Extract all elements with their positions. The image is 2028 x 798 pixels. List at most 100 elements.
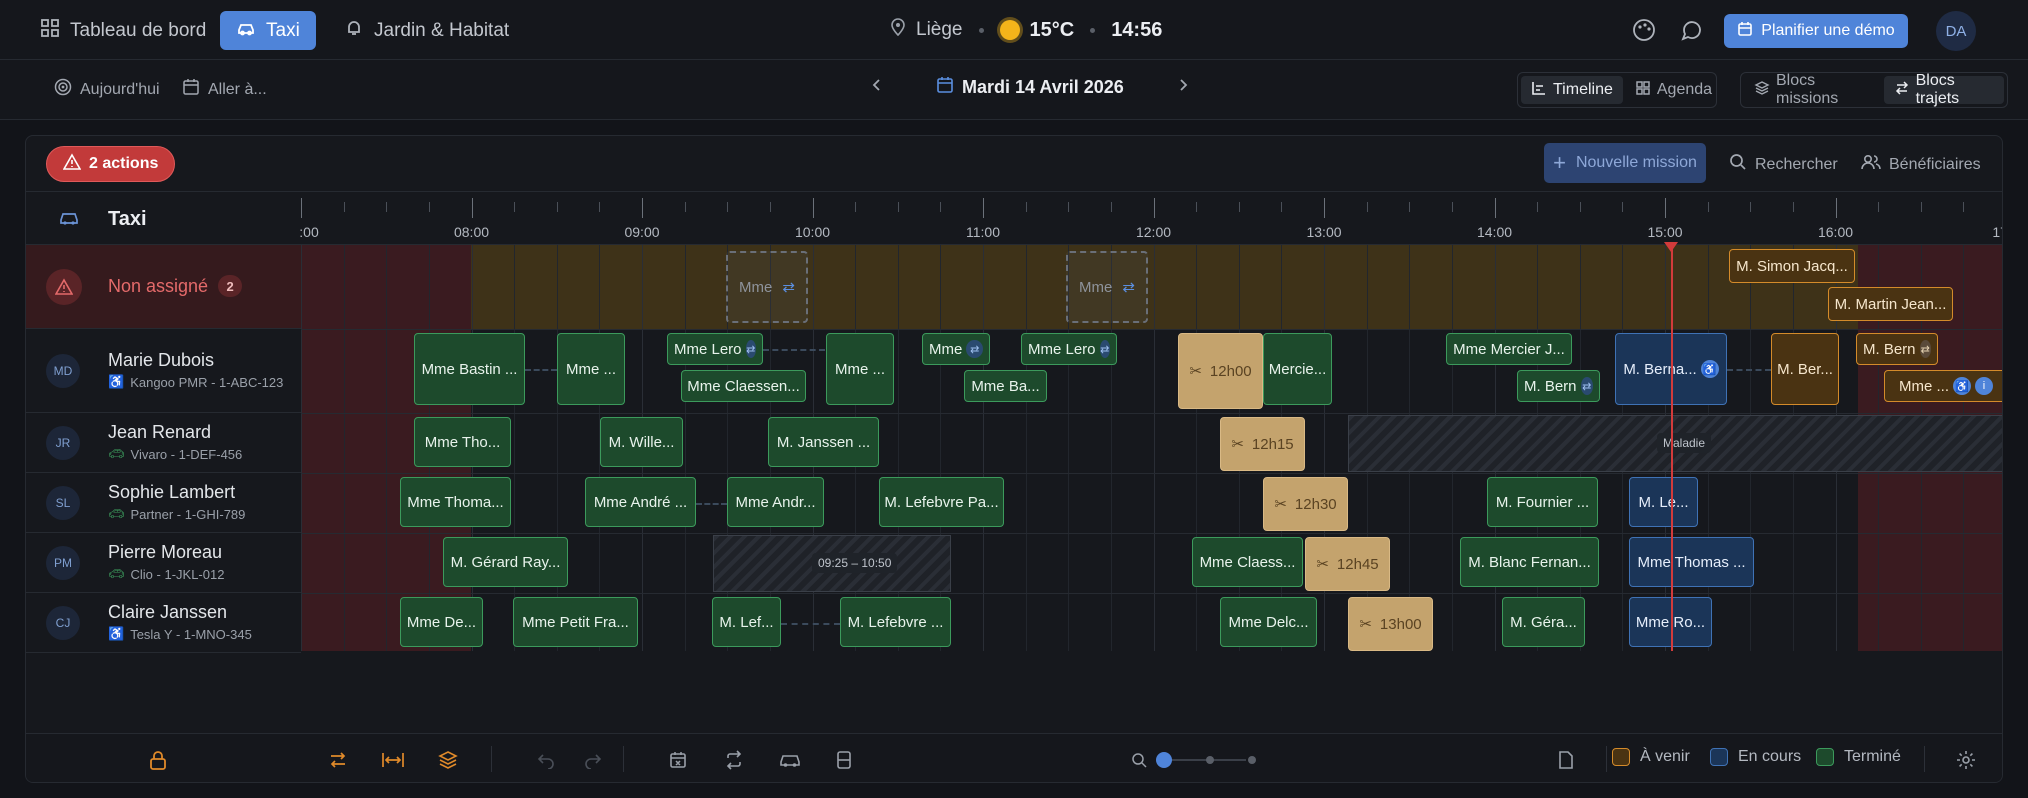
redo-icon[interactable] bbox=[581, 748, 605, 772]
grid-icon bbox=[1635, 80, 1651, 101]
hour-tick bbox=[812, 198, 814, 218]
document-icon[interactable] bbox=[1554, 748, 1578, 772]
current-date-button[interactable]: Mardi 14 Avril 2026 bbox=[936, 76, 1124, 99]
mission-block[interactable]: Mme ⇄ bbox=[922, 333, 990, 365]
mission-block[interactable]: Mme Ba... bbox=[964, 370, 1047, 402]
car-icon: 🚗︎ bbox=[108, 566, 125, 581]
row-driver-jean[interactable]: JR Jean Renard 🚗︎ Vivaro - 1-DEF-456 bbox=[26, 413, 301, 473]
mission-block[interactable]: Mme ... ♿ i bbox=[1884, 370, 2002, 402]
mission-block[interactable]: Mme André ... bbox=[585, 477, 696, 527]
mission-block[interactable]: M. Lef... bbox=[712, 597, 781, 647]
tab-dashboard[interactable]: Tableau de bord bbox=[24, 11, 222, 50]
zoom-slider-handle[interactable] bbox=[1156, 752, 1172, 768]
row-unassigned[interactable]: Non assigné 2 bbox=[26, 245, 301, 329]
zoom-step[interactable] bbox=[1248, 756, 1256, 764]
mission-block[interactable]: M. Wille... bbox=[600, 417, 683, 467]
break-label: 12h45 bbox=[1336, 555, 1379, 573]
repeat-icon: ⇄ bbox=[1122, 279, 1135, 296]
goto-button[interactable]: Aller à... bbox=[182, 78, 267, 101]
mission-block[interactable]: Mme Thoma... bbox=[400, 477, 511, 527]
panels-icon[interactable] bbox=[832, 748, 856, 772]
layers-icon[interactable] bbox=[436, 748, 460, 772]
beneficiaries-button[interactable]: Bénéficiaires bbox=[1861, 153, 1981, 176]
mission-block[interactable]: M. Ber... bbox=[1771, 333, 1839, 405]
search-button[interactable]: Rechercher bbox=[1729, 153, 1838, 176]
utensils-icon: ✂ bbox=[1231, 436, 1244, 453]
break-block[interactable]: ✂ 12h15 bbox=[1220, 417, 1305, 471]
row-driver-pierre[interactable]: PM Pierre Moreau 🚗︎ Clio - 1-JKL-012 bbox=[26, 533, 301, 593]
mission-block[interactable]: M. Gérard Ray... bbox=[443, 537, 568, 587]
view-timeline-label: Timeline bbox=[1553, 81, 1613, 98]
swap-icon[interactable] bbox=[326, 748, 350, 772]
mission-block[interactable]: Mme ... bbox=[826, 333, 894, 405]
undo-icon[interactable] bbox=[534, 748, 558, 772]
unassigned-mission-block[interactable]: Mme ⇄ bbox=[726, 251, 808, 323]
legend-label: À venir bbox=[1640, 748, 1690, 765]
new-mission-button[interactable]: + Nouvelle mission bbox=[1544, 143, 1706, 183]
blocks-missions[interactable]: Blocs missions bbox=[1744, 72, 1882, 107]
unassigned-mission-block[interactable]: Mme ⇄ bbox=[1066, 251, 1148, 323]
mission-block[interactable]: M. Simon Jacq... bbox=[1729, 249, 1855, 283]
zoom-step[interactable] bbox=[1206, 756, 1214, 764]
row-driver-sophie[interactable]: SL Sophie Lambert 🚗︎ Partner - 1-GHI-789 bbox=[26, 473, 301, 533]
gear-icon[interactable] bbox=[1954, 748, 1978, 772]
palette-icon[interactable] bbox=[1629, 15, 1659, 45]
view-agenda[interactable]: Agenda bbox=[1625, 76, 1722, 104]
mission-block[interactable]: M. Bern ⇄ bbox=[1856, 333, 1938, 365]
chat-icon[interactable] bbox=[1677, 15, 1707, 45]
mission-block[interactable]: M. Martin Jean... bbox=[1828, 287, 1953, 321]
row-driver-marie[interactable]: MD Marie Dubois ♿ Kangoo PMR - 1-ABC-123 bbox=[26, 329, 301, 413]
actions-alert-button[interactable]: 2 actions bbox=[46, 146, 176, 182]
search-label: Rechercher bbox=[1755, 155, 1838, 173]
blocks-trajets[interactable]: Blocs trajets bbox=[1883, 72, 2004, 107]
mission-block[interactable]: Mme Petit Fra... bbox=[513, 597, 638, 647]
view-timeline[interactable]: Timeline bbox=[1521, 76, 1623, 104]
fit-width-icon[interactable] bbox=[381, 748, 405, 772]
mission-block[interactable]: M. Fournier ... bbox=[1487, 477, 1598, 527]
mission-block[interactable]: Mme ... bbox=[557, 333, 625, 405]
mission-block[interactable]: Mercie... bbox=[1263, 333, 1332, 405]
row-driver-claire[interactable]: CJ Claire Janssen ♿ Tesla Y - 1-MNO-345 bbox=[26, 593, 301, 653]
repeat-icon[interactable] bbox=[722, 748, 746, 772]
break-block[interactable]: ✂ 12h00 bbox=[1178, 333, 1263, 409]
tab-jardin-habitat[interactable]: Jardin & Habitat bbox=[328, 11, 525, 50]
mission-block[interactable]: Mme Bastin ... bbox=[414, 333, 525, 405]
mission-block[interactable]: Mme Andr... bbox=[727, 477, 824, 527]
break-block[interactable]: ✂ 12h45 bbox=[1305, 537, 1390, 591]
hour-label: :00 bbox=[299, 224, 319, 240]
mission-block[interactable]: M. Bern ⇄ bbox=[1517, 370, 1600, 402]
mission-block[interactable]: M. Blanc Fernan... bbox=[1460, 537, 1599, 587]
mission-block[interactable]: Mme Mercier J... bbox=[1446, 333, 1572, 365]
user-avatar[interactable]: DA bbox=[1936, 11, 1976, 51]
mission-block[interactable]: M. Le... bbox=[1629, 477, 1698, 527]
break-block[interactable]: ✂ 12h30 bbox=[1263, 477, 1348, 531]
mission-block[interactable]: M. Janssen ... bbox=[768, 417, 879, 467]
mission-block[interactable]: Mme Thomas ... bbox=[1629, 537, 1754, 587]
hour-label: 17:0 bbox=[1992, 224, 2002, 240]
mission-block[interactable]: Mme Tho... bbox=[414, 417, 511, 467]
today-button[interactable]: Aujourd'hui bbox=[54, 78, 160, 101]
mission-block[interactable]: Mme De... bbox=[400, 597, 483, 647]
schedule-demo-button[interactable]: Planifier une démo bbox=[1724, 14, 1908, 48]
utensils-icon: ✂ bbox=[1359, 616, 1372, 633]
date-toolbar: Aujourd'hui Aller à... Mardi 14 Avril 20… bbox=[0, 60, 2028, 120]
mission-block[interactable]: Mme Lero ⇄ bbox=[667, 333, 763, 365]
mission-block[interactable]: Mme Claessen... bbox=[681, 370, 806, 402]
tab-taxi[interactable]: Taxi bbox=[220, 11, 316, 50]
break-block[interactable]: ✂ 13h00 bbox=[1348, 597, 1433, 651]
mission-label: Mme bbox=[929, 340, 963, 358]
chevron-left-icon[interactable] bbox=[870, 78, 884, 97]
car-icon[interactable] bbox=[778, 748, 802, 772]
mission-block[interactable]: M. Lefebvre Pa... bbox=[879, 477, 1004, 527]
chevron-right-icon[interactable] bbox=[1176, 78, 1190, 97]
mission-block[interactable]: Mme Delc... bbox=[1220, 597, 1317, 647]
mission-block[interactable]: Mme Lero ⇄ bbox=[1021, 333, 1117, 365]
mission-block[interactable]: M. Lefebvre ... bbox=[840, 597, 951, 647]
top-navigation: Tableau de bord Taxi Jardin & Habitat Li… bbox=[0, 0, 2028, 60]
calendar-x-icon[interactable] bbox=[666, 748, 690, 772]
repeat-icon: ⇄ bbox=[966, 340, 983, 358]
tab-jardin-label: Jardin & Habitat bbox=[374, 19, 510, 41]
lock-icon[interactable] bbox=[146, 748, 170, 772]
mission-block[interactable]: M. Géra... bbox=[1502, 597, 1585, 647]
mission-block[interactable]: Mme Claess... bbox=[1192, 537, 1303, 587]
